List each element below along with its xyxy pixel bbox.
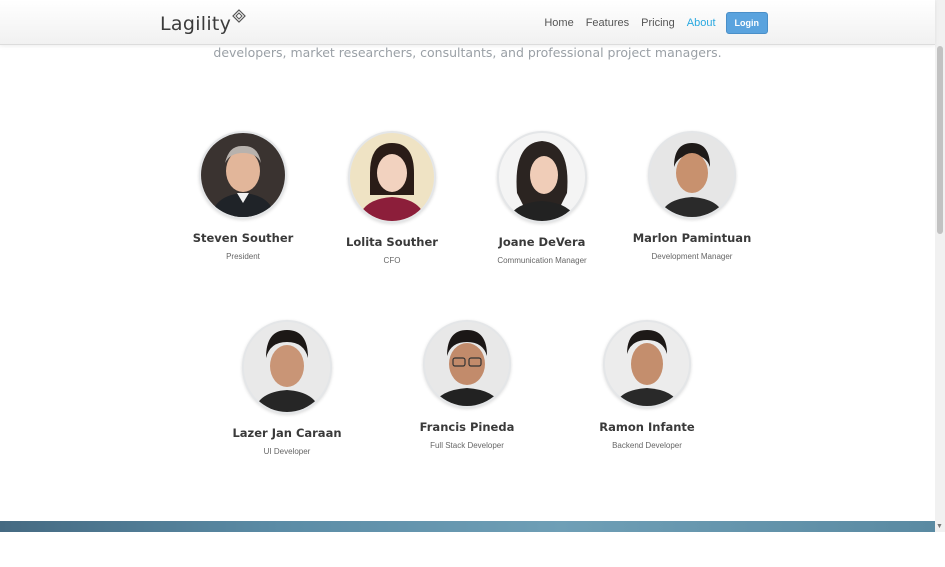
nav-features-link[interactable]: Features [586, 13, 629, 33]
member-role: UI Developer [263, 447, 311, 456]
login-button[interactable]: Login [725, 12, 768, 34]
member-name: Marlon Pamintuan [632, 231, 752, 245]
footer-banner-image [0, 521, 935, 532]
team-member-card: Joane DeVera Communication Manager [462, 131, 622, 265]
team-member-card: Lolita Souther CFO [312, 131, 472, 265]
member-name: Francis Pineda [419, 420, 515, 434]
brand-logo[interactable]: Lagility [160, 9, 247, 38]
member-photo [423, 320, 511, 408]
member-role: Communication Manager [497, 256, 587, 265]
member-photo [603, 320, 691, 408]
member-name: Steven Souther [192, 231, 294, 245]
nav-pricing-link[interactable]: Pricing [641, 13, 675, 33]
member-role: Development Manager [651, 252, 733, 261]
team-member-card: Steven Souther President [163, 131, 323, 261]
intro-text: developers, market researchers, consulta… [213, 45, 722, 60]
member-name: Lolita Souther [346, 235, 438, 249]
member-name: Joane DeVera [498, 235, 586, 249]
top-navbar: Lagility Home Features Pricing About Log… [0, 0, 935, 45]
member-role: Full Stack Developer [430, 441, 504, 450]
member-photo [648, 131, 736, 219]
scrollbar-thumb[interactable] [937, 46, 943, 234]
brand-name: Lagility [160, 13, 232, 35]
member-role: Backend Developer [612, 441, 682, 450]
member-role: President [226, 252, 260, 261]
scroll-down-arrow-icon[interactable]: ▼ [936, 523, 943, 531]
nav-about-link[interactable]: About [687, 13, 716, 33]
member-photo [199, 131, 287, 219]
team-member-card: Ramon Infante Backend Developer [567, 320, 727, 450]
member-photo [242, 320, 332, 414]
team-member-card: Lazer Jan Caraan UI Developer [207, 320, 367, 456]
main-nav: Home Features Pricing About Login [532, 12, 768, 34]
member-name: Lazer Jan Caraan [232, 426, 342, 440]
member-photo [497, 131, 587, 223]
nav-home-link[interactable]: Home [544, 13, 573, 33]
page-scrollbar[interactable]: ▼ [935, 0, 945, 532]
member-name: Ramon Infante [599, 420, 695, 434]
member-role: CFO [383, 256, 401, 265]
team-member-card: Francis Pineda Full Stack Developer [387, 320, 547, 450]
team-member-card: Marlon Pamintuan Development Manager [612, 131, 772, 261]
member-photo [348, 131, 436, 223]
logo-diamond-icon [232, 9, 247, 23]
